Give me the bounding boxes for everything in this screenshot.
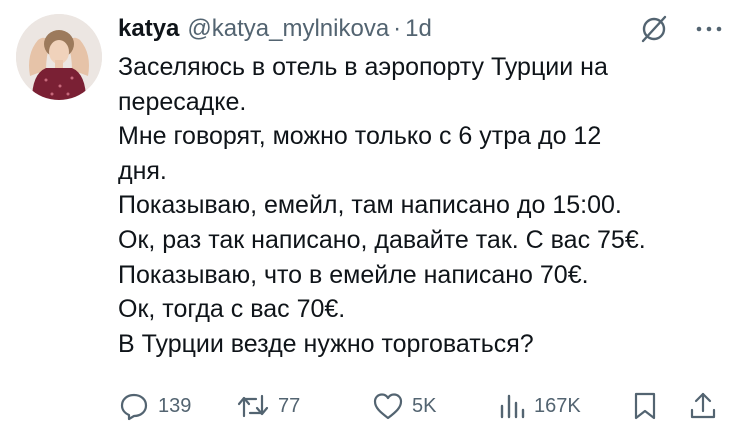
more-icon[interactable] — [696, 25, 722, 33]
reply-icon — [118, 390, 150, 422]
tweet-line: Мне говорят, можно только с 6 утра до 12 — [118, 122, 602, 151]
timestamp[interactable]: 1d — [405, 15, 432, 43]
tweet-line: пересадке. — [118, 87, 247, 116]
tweet-line: Заселяюсь в отель в аэропорту Турции на — [118, 53, 608, 81]
separator-dot: · — [393, 15, 402, 42]
tweet-line: Ок, раз так написано, давайте так. С вас… — [118, 225, 646, 254]
tweet-text: Заселяюсь в отель в аэропорту Турции на … — [118, 50, 730, 361]
avatar[interactable] — [16, 14, 102, 100]
bookmark-icon — [632, 390, 658, 422]
author-handle[interactable]: @katya_mylnikova — [187, 15, 389, 43]
reply-count: 139 — [158, 394, 192, 417]
tweet-line: дня. — [118, 156, 167, 185]
views-icon — [498, 391, 526, 421]
views-count: 167K — [534, 394, 581, 417]
tweet-line: Показываю, емейл, там написано до 15:00. — [118, 191, 622, 220]
tweet-line: В Турции везде нужно торговаться? — [118, 329, 534, 358]
share-icon — [688, 390, 718, 422]
retweet-icon — [236, 390, 270, 422]
bookmark-button[interactable] — [632, 386, 658, 426]
tweet-header: katya @katya_mylnikova · 1d — [118, 12, 722, 46]
grok-icon[interactable] — [638, 13, 670, 45]
reply-button[interactable]: 139 — [118, 386, 191, 426]
retweet-button[interactable]: 77 — [236, 386, 300, 426]
tweet-line: Ок, тогда с вас 70€. — [118, 295, 346, 324]
views-button[interactable]: 167K — [498, 386, 581, 426]
like-count: 5K — [412, 394, 437, 417]
avatar-image — [16, 14, 102, 100]
retweet-count: 77 — [278, 394, 301, 417]
author-name[interactable]: katya — [118, 15, 179, 43]
like-icon — [372, 391, 404, 421]
tweet-line: Показываю, что в емейле написано 70€. — [118, 260, 589, 289]
like-button[interactable]: 5K — [372, 386, 436, 426]
action-bar: 139 77 5K 167K — [118, 386, 720, 426]
share-button[interactable] — [688, 386, 718, 426]
